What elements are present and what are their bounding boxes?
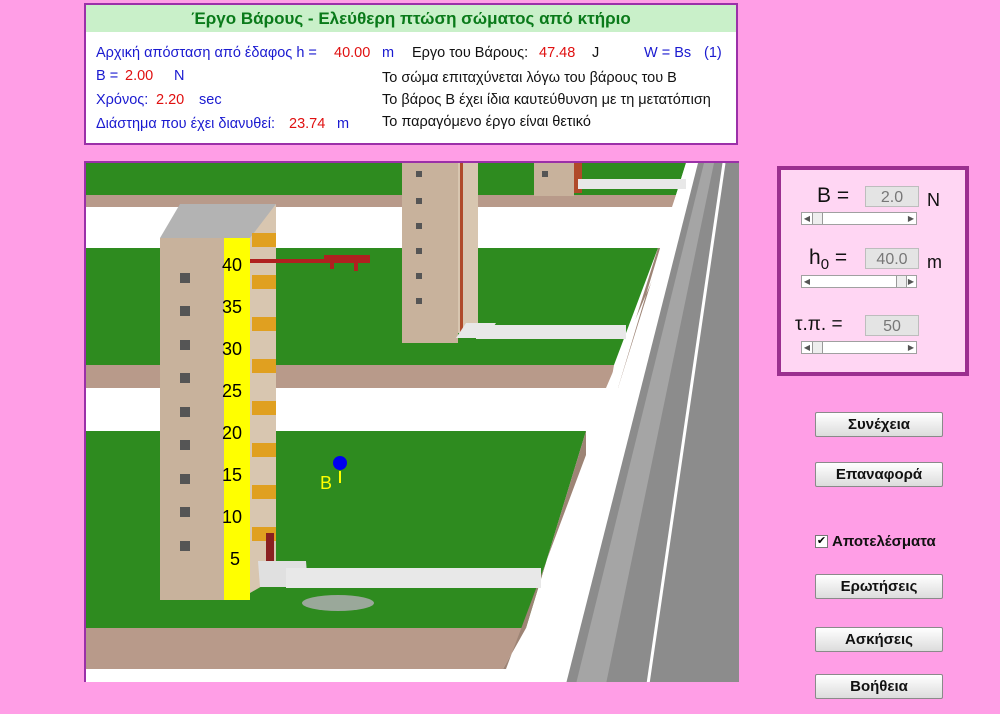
weight-param-unit: N <box>927 190 940 210</box>
weight-label: B = <box>96 68 119 84</box>
scale-label-15: 15 <box>222 465 243 485</box>
height-param-label: h0 = <box>809 246 847 273</box>
weight-param-field[interactable]: 2.0 <box>865 186 919 207</box>
scale-label-20: 20 <box>222 423 243 443</box>
distance-value: 23.74 <box>289 116 326 132</box>
page-title: Έργο Βάρους - Ελεύθερη πτώση σώματος από… <box>86 5 736 32</box>
shadow <box>302 595 374 611</box>
info-panel: Έργο Βάρους - Ελεύθερη πτώση σώματος από… <box>84 3 738 145</box>
results-checkbox[interactable]: ✔ <box>815 535 828 548</box>
results-label[interactable]: Αποτελέσματα <box>832 533 936 550</box>
weight-param-label: B = <box>817 184 850 207</box>
slider-right-arrow-icon[interactable]: ▶ <box>906 213 916 224</box>
time-value: 2.20 <box>156 92 185 108</box>
questions-button[interactable]: Ερωτήσεις <box>815 574 943 599</box>
note-positive-work: Το παραγόμενο έργο είναι θετικό <box>382 114 591 130</box>
measuring-scale <box>224 238 250 600</box>
work-label: Εργο του Βάρους: <box>412 45 529 61</box>
scale-label-35: 35 <box>222 297 243 317</box>
height-param-label-sub: 0 <box>820 256 830 274</box>
work-unit: J <box>592 45 600 61</box>
height-param-field[interactable]: 40.0 <box>865 248 919 269</box>
main-building-front <box>160 238 226 600</box>
weight-value: 2.00 <box>125 68 154 84</box>
height-unit: m <box>382 45 395 61</box>
help-button[interactable]: Βοήθεια <box>815 674 943 699</box>
height-param-label-main: h <box>809 246 821 269</box>
scale-label-5: 5 <box>230 549 241 569</box>
tp-param-field[interactable]: 50 <box>865 315 919 336</box>
distance-label: Διάστημα που έχει διανυθεί: <box>96 116 276 132</box>
slider-left-arrow-icon[interactable]: ◀ <box>802 276 812 287</box>
distant-building <box>534 163 574 196</box>
slider-right-arrow-icon[interactable]: ▶ <box>906 342 916 353</box>
simulation-scene: 40 35 30 25 20 15 10 5 B <box>84 161 739 682</box>
height-slider[interactable]: ◀ ▶ <box>801 275 917 288</box>
time-unit: sec <box>199 92 222 108</box>
weight-unit: N <box>174 68 185 84</box>
main-building-windows <box>180 273 190 551</box>
reset-button[interactable]: Επαναφορά <box>815 462 943 487</box>
checkmark-icon: ✔ <box>816 535 827 547</box>
weight-slider-thumb[interactable] <box>812 213 823 224</box>
curb-bottom <box>86 628 526 669</box>
scale-label-25: 25 <box>222 381 243 401</box>
note-direction: Το βάρος Β έχει ίδια καυτεύθυνση με τη μ… <box>382 92 711 108</box>
slider-right-arrow-icon[interactable]: ▶ <box>906 276 916 287</box>
slider-left-arrow-icon[interactable]: ◀ <box>802 213 812 224</box>
ball-weight-label: B <box>320 473 333 493</box>
height-value: 40.00 <box>334 45 371 61</box>
tp-slider[interactable]: ◀ ▶ <box>801 341 917 354</box>
work-value: 47.48 <box>539 45 576 61</box>
formula: W = Bs <box>644 45 692 61</box>
door <box>266 533 274 563</box>
curb-top <box>86 195 676 207</box>
continue-button[interactable]: Συνέχεια <box>815 412 943 437</box>
scene-drawing <box>86 163 739 682</box>
path <box>286 568 541 588</box>
exercises-button[interactable]: Ασκήσεις <box>815 627 943 652</box>
tp-slider-thumb[interactable] <box>812 342 823 353</box>
scale-label-40: 40 <box>222 255 243 275</box>
height-label: Αρχική απόσταση από έδαφος h = <box>96 45 317 61</box>
scale-label-30: 30 <box>222 339 243 359</box>
time-label: Χρόνος: <box>96 92 149 108</box>
scale-label-10: 10 <box>222 507 243 527</box>
parameters-panel: B = 2.0 N ◀ ▶ h0 = 40.0 m ◀ ▶ τ.π. = 50 … <box>777 166 969 376</box>
height-param-label-eq: = <box>829 246 848 269</box>
distance-unit: m <box>337 116 350 132</box>
falling-ball <box>333 456 347 470</box>
formula-ref: (1) <box>704 45 722 61</box>
middle-building <box>402 163 458 343</box>
note-accelerates: Το σώμα επιταχύνεται λόγω του βάρους του… <box>382 70 677 86</box>
height-param-unit: m <box>927 252 942 272</box>
tp-param-label: τ.π. = <box>795 314 843 335</box>
slider-left-arrow-icon[interactable]: ◀ <box>802 342 812 353</box>
weight-slider[interactable]: ◀ ▶ <box>801 212 917 225</box>
